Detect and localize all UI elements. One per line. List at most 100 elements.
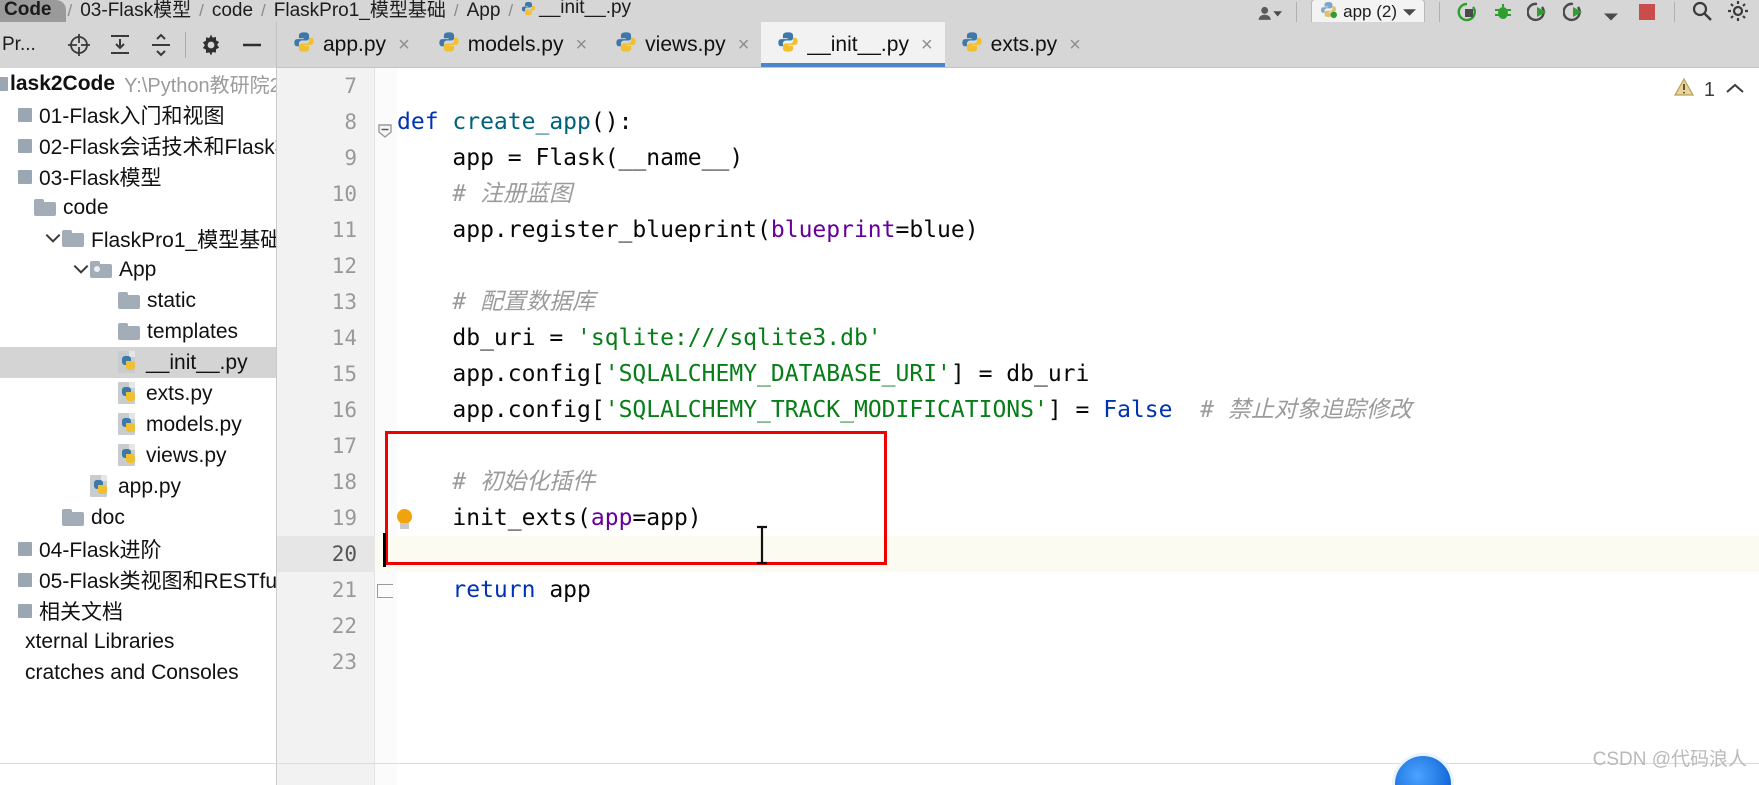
editor-tab-close-icon[interactable]: × — [738, 35, 750, 55]
inspection-status[interactable]: 1 — [1673, 77, 1745, 102]
settings-gear-icon[interactable] — [190, 23, 231, 67]
breadcrumb-item-0[interactable]: 03-Flask模型 — [74, 1, 197, 22]
code-line-15[interactable]: 15 app.config['SQLALCHEMY_DATABASE_URI']… — [277, 356, 1759, 392]
code-line-text: # 初始化插件 — [397, 464, 1759, 500]
editor-tab-app-py[interactable]: app.py × — [277, 22, 422, 67]
tree-item-label: doc — [91, 505, 125, 529]
dropdown-more-icon[interactable] — [1598, 0, 1624, 22]
code-editor[interactable]: 7 8 def create_app(): 9 app = Flask(__name_… — [277, 68, 1759, 785]
code-line-12[interactable]: 12 — [277, 248, 1759, 284]
tree-item-[interactable]: 相关文档 — [0, 595, 276, 626]
editor-tab-views-py[interactable]: views.py × — [599, 22, 761, 67]
tree-item-code[interactable]: code — [0, 192, 276, 223]
run-configuration-selector[interactable]: app (2) — [1311, 0, 1425, 22]
tree-item-cratches-and-consoles[interactable]: cratches and Consoles — [0, 657, 276, 688]
code-line-7[interactable]: 7 — [277, 68, 1759, 104]
code-token: 'sqlite:///sqlite3.db' — [577, 325, 882, 351]
code-token: (): — [590, 109, 633, 135]
breadcrumb-item-4[interactable]: __init__.py — [515, 0, 637, 22]
code-line-21[interactable]: 21 return app — [277, 572, 1759, 608]
select-opened-file-icon[interactable] — [58, 23, 99, 67]
tree-item-02-flask-flask[interactable]: 02-Flask会话技术和Flask模板语 — [0, 130, 276, 161]
python-file-icon — [118, 444, 139, 467]
chevron-up-icon[interactable] — [1725, 79, 1745, 102]
tree-item-05-flask-restful[interactable]: 05-Flask类视图和RESTful — [0, 564, 276, 595]
breadcrumb-item-3[interactable]: App — [461, 1, 507, 22]
code-token: =blue) — [895, 217, 979, 243]
tree-twisty-icon[interactable] — [44, 230, 62, 247]
tree-twisty-icon[interactable] — [72, 261, 90, 278]
tree-item-label: models.py — [146, 412, 242, 436]
tree-item-04-flask[interactable]: 04-Flask进阶 — [0, 533, 276, 564]
run-icon[interactable] — [1526, 0, 1552, 22]
tree-item-app[interactable]: App — [0, 254, 276, 285]
tree-item-label: 04-Flask进阶 — [39, 538, 162, 562]
tree-item-models-py[interactable]: models.py — [0, 409, 276, 440]
tree-item-doc[interactable]: doc — [0, 502, 276, 533]
project-root-path: Y:\Python教研院202 — [124, 75, 276, 97]
editor-tab-close-icon[interactable]: × — [398, 35, 410, 55]
code-fold-end-icon[interactable] — [377, 584, 393, 598]
project-panel-title[interactable]: Pr... — [0, 34, 58, 56]
code-line-20[interactable]: 20 — [277, 536, 1759, 572]
tree-item-static[interactable]: static — [0, 285, 276, 316]
editor-tab-init-py[interactable]: __init__.py × — [761, 22, 945, 67]
editor-tab-exts-py[interactable]: exts.py × — [945, 22, 1093, 67]
code-lines[interactable]: 7 8 def create_app(): 9 app = Flask(__name_… — [277, 68, 1759, 785]
code-line-22[interactable]: 22 — [277, 608, 1759, 644]
tree-item-app-py[interactable]: app.py — [0, 471, 276, 502]
tree-item-init-py[interactable]: __init__.py — [0, 347, 276, 378]
code-fold-collapse-icon[interactable] — [377, 114, 393, 138]
line-number: 7 — [344, 74, 357, 98]
code-line-13[interactable]: 13 # 配置数据库 — [277, 284, 1759, 320]
code-line-17[interactable]: 17 — [277, 428, 1759, 464]
code-token: blueprint — [770, 217, 896, 243]
code-token: ] = — [1047, 397, 1104, 423]
code-line-11[interactable]: 11 app.register_blueprint(blueprint=blue… — [277, 212, 1759, 248]
user-dropdown-icon[interactable] — [1256, 0, 1283, 22]
breadcrumb-item-2[interactable]: FlaskPro1_模型基础 — [268, 1, 452, 22]
editor-tab-close-icon[interactable]: × — [1069, 35, 1081, 55]
editor-tab-models-py[interactable]: models.py × — [422, 22, 599, 67]
tree-item-views-py[interactable]: views.py — [0, 440, 276, 471]
search-icon[interactable] — [1689, 0, 1715, 22]
editor-tab-label: __init__.py — [807, 32, 909, 56]
tree-item-flaskpro1[interactable]: FlaskPro1_模型基础 — [0, 223, 276, 254]
project-tree-panel[interactable]: lask2Code Y:\Python教研院202 01-Flask入门和视图 0… — [0, 68, 277, 785]
stop-icon[interactable] — [1634, 0, 1660, 22]
expand-all-icon[interactable] — [99, 23, 140, 67]
run-with-coverage-icon[interactable] — [1454, 0, 1480, 22]
project-tree-root[interactable]: lask2Code Y:\Python教研院202 — [0, 68, 276, 99]
tree-item-01-flask[interactable]: 01-Flask入门和视图 — [0, 99, 276, 130]
code-line-text: db_uri = 'sqlite:///sqlite3.db' — [397, 320, 1759, 356]
tree-item-exts-py[interactable]: exts.py — [0, 378, 276, 409]
breadcrumb-item-1[interactable]: code — [206, 1, 259, 22]
code-line-19[interactable]: 19 init_exts(app=app) — [277, 500, 1759, 536]
code-line-10[interactable]: 10 # 注册蓝图 — [277, 176, 1759, 212]
code-line-16[interactable]: 16 app.config['SQLALCHEMY_TRACK_MODIFICA… — [277, 392, 1759, 428]
editor-tab-label: models.py — [467, 32, 564, 56]
tree-item-label: __init__.py — [146, 350, 248, 374]
tree-item-03-flask[interactable]: 03-Flask模型 — [0, 161, 276, 192]
breadcrumb-separator: / — [453, 1, 459, 20]
tree-item-templates[interactable]: templates — [0, 316, 276, 347]
profile-bug-icon[interactable] — [1490, 0, 1516, 22]
collapse-all-icon[interactable] — [140, 23, 181, 67]
code-line-18[interactable]: 18 # 初始化插件 — [277, 464, 1759, 500]
code-token: # 注册蓝图 — [397, 181, 573, 207]
hide-panel-icon[interactable] — [231, 23, 272, 67]
tree-item-label: views.py — [146, 443, 227, 467]
settings-icon[interactable] — [1725, 0, 1751, 22]
code-line-9[interactable]: 9 app = Flask(__name__) — [277, 140, 1759, 176]
editor-tab-close-icon[interactable]: × — [921, 35, 933, 55]
debug-icon[interactable] — [1562, 0, 1588, 22]
tree-item-xternal-libraries[interactable]: xternal Libraries — [0, 626, 276, 657]
code-line-8[interactable]: 8 def create_app(): — [277, 104, 1759, 140]
code-line-14[interactable]: 14 db_uri = 'sqlite:///sqlite3.db' — [277, 320, 1759, 356]
code-token: =app) — [632, 505, 702, 531]
code-line-23[interactable]: 23 — [277, 644, 1759, 680]
editor-tab-close-icon[interactable]: × — [575, 35, 587, 55]
code-token: ] = db_uri — [950, 361, 1090, 387]
python-file-icon — [777, 31, 799, 59]
breadcrumb-active-item[interactable]: Code — [0, 0, 66, 22]
